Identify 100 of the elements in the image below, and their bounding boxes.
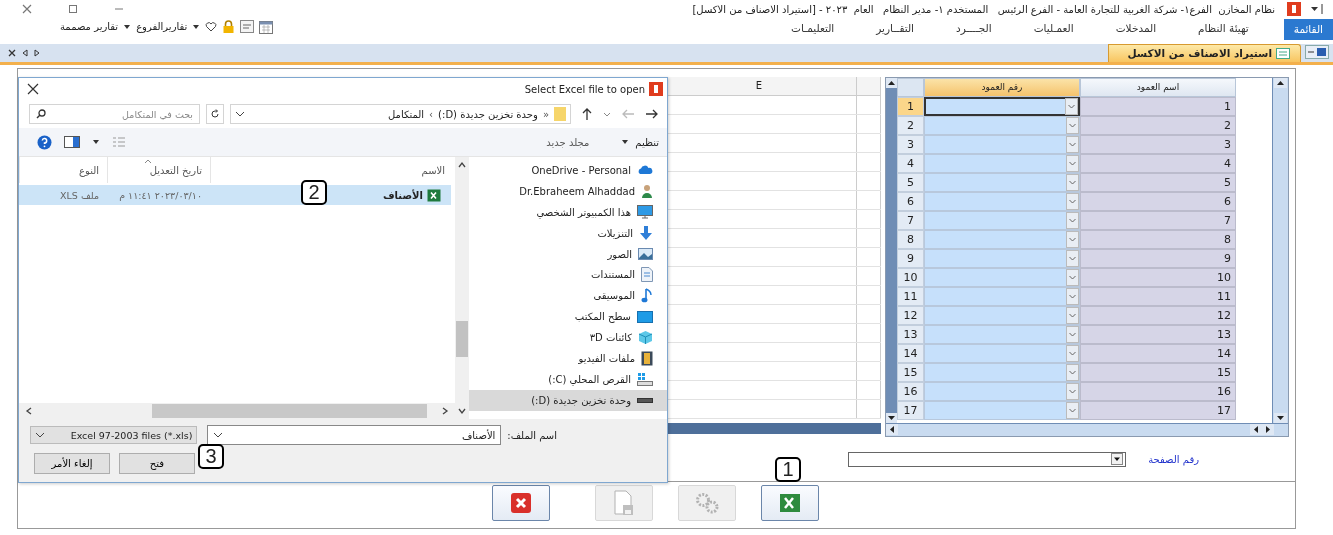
- row-header[interactable]: 3: [897, 135, 924, 154]
- row-header[interactable]: 11: [897, 287, 924, 306]
- nav-item[interactable]: كائنات ٣D: [469, 327, 667, 348]
- page-number-select[interactable]: [848, 451, 1127, 467]
- column-header[interactable]: رقم العمود: [924, 78, 1080, 97]
- nav-item[interactable]: الموسيقى: [469, 285, 667, 307]
- dropdown-cell[interactable]: [924, 97, 1080, 116]
- scroll-left-icon[interactable]: [22, 48, 28, 57]
- close-icon[interactable]: [27, 83, 39, 95]
- scrollbar[interactable]: [19, 403, 455, 419]
- column-header[interactable]: النوع: [19, 157, 107, 183]
- forward-arrow-icon[interactable]: [645, 108, 659, 120]
- scroll-up-icon[interactable]: [886, 78, 897, 88]
- open-button[interactable]: فتح: [119, 453, 195, 474]
- toolbar-menu[interactable]: تقاريرالفروع: [136, 21, 188, 32]
- scroll-down-icon[interactable]: [886, 413, 897, 423]
- scroll-right-icon[interactable]: [441, 406, 449, 416]
- menu-tab[interactable]: تهيئة النظام: [1191, 18, 1256, 40]
- row-header[interactable]: 1: [897, 97, 924, 116]
- path-segment[interactable]: المتكامل: [387, 108, 425, 120]
- refresh-button[interactable]: [206, 104, 224, 124]
- scroll-right-icon[interactable]: [1262, 424, 1274, 435]
- nav-item[interactable]: وحدة تخزين جديدة (D:): [469, 389, 667, 411]
- caret-icon[interactable]: [621, 139, 630, 145]
- scroll-left-icon[interactable]: [1250, 424, 1262, 435]
- row-header[interactable]: 2: [897, 116, 924, 135]
- row-header[interactable]: 6: [897, 192, 924, 211]
- path-segment[interactable]: وحدة تخزين جديدة (D:): [438, 108, 538, 120]
- row-header[interactable]: 13: [897, 325, 924, 344]
- scrollbar[interactable]: [455, 157, 469, 419]
- menu-tab[interactable]: القائمة: [1283, 18, 1333, 40]
- scroll-down-icon[interactable]: [1274, 413, 1287, 423]
- calendar-icon[interactable]: [259, 19, 274, 34]
- nav-item[interactable]: هذا الكمبيوتر الشخصي: [469, 201, 667, 223]
- row-header[interactable]: 9: [897, 249, 924, 268]
- nav-item[interactable]: القرص المحلي (C:): [469, 368, 667, 390]
- help-icon[interactable]: [37, 134, 52, 150]
- address-bar[interactable]: « وحدة تخزين جديدة (D:) › المتكامل: [229, 104, 571, 124]
- nav-item[interactable]: الصور: [469, 243, 667, 265]
- column-header[interactable]: تاريخ التعديل: [107, 157, 210, 183]
- new-folder-button[interactable]: مجلد جديد: [546, 136, 590, 148]
- row-header[interactable]: 15: [897, 363, 924, 382]
- scroll-left-icon[interactable]: [25, 406, 33, 416]
- menu-tab[interactable]: الجــــرد: [949, 18, 999, 40]
- path-separator[interactable]: «: [542, 108, 549, 120]
- nav-item[interactable]: المستندات: [469, 264, 667, 286]
- scroll-up-icon[interactable]: [1274, 78, 1287, 88]
- dropdown-icon[interactable]: [1309, 3, 1325, 16]
- maximize-icon[interactable]: [68, 4, 78, 15]
- excel-button[interactable]: [761, 485, 819, 521]
- toolbar-menu[interactable]: تقارير مصممة: [60, 21, 119, 32]
- heart-icon[interactable]: [205, 20, 218, 33]
- close-button[interactable]: [492, 485, 550, 521]
- nav-item[interactable]: OneDrive - Personal: [469, 160, 667, 181]
- form-icon[interactable]: [240, 20, 255, 33]
- scroll-right-icon[interactable]: [34, 48, 40, 57]
- menu-tab[interactable]: العمـليات: [1026, 18, 1081, 40]
- chevron-down-icon[interactable]: [213, 431, 224, 439]
- row-header[interactable]: 14: [897, 344, 924, 363]
- column-header[interactable]: اسم العمود: [1080, 78, 1236, 97]
- nav-item[interactable]: سطح المكتب: [469, 306, 667, 328]
- file-name-field[interactable]: الأصناف: [207, 425, 502, 445]
- row-header[interactable]: 10: [897, 268, 924, 287]
- nav-item[interactable]: Dr.Ebraheem Alhaddad: [469, 180, 667, 202]
- up-arrow-icon[interactable]: [581, 107, 593, 121]
- menu-tab[interactable]: المدخلات: [1108, 18, 1164, 40]
- nav-item[interactable]: التنزيلات: [469, 222, 667, 244]
- scrollbar[interactable]: [886, 78, 897, 423]
- scroll-thumb[interactable]: [152, 404, 427, 418]
- search-field[interactable]: بحث في المتكامل: [29, 104, 200, 124]
- row-header[interactable]: 5: [897, 173, 924, 192]
- row-header[interactable]: 17: [897, 401, 924, 420]
- organize-menu[interactable]: تنظيم: [635, 136, 659, 148]
- file-type-select[interactable]: Excel 97-2003 files (*.xls): [30, 426, 198, 444]
- row-header[interactable]: 16: [897, 382, 924, 401]
- back-arrow-icon[interactable]: [621, 108, 635, 120]
- caret-icon[interactable]: [123, 22, 132, 31]
- scroll-down-icon[interactable]: [457, 407, 467, 415]
- row-header[interactable]: 4: [897, 154, 924, 173]
- row-header[interactable]: 12: [897, 306, 924, 325]
- close-icon[interactable]: [8, 48, 16, 57]
- cancel-button[interactable]: إلغاء الأمر: [34, 453, 110, 474]
- path-separator[interactable]: ›: [429, 108, 434, 120]
- menu-tab[interactable]: التعليمـات: [784, 18, 842, 40]
- menu-tab[interactable]: التقــارير: [869, 18, 921, 40]
- caret-icon[interactable]: [92, 139, 100, 145]
- document-tab[interactable]: استيراد الاصناف من الاكسل: [1108, 44, 1301, 62]
- nav-item[interactable]: ملفات الفيديو: [469, 348, 667, 369]
- caret-icon[interactable]: [192, 22, 201, 31]
- caret-icon[interactable]: [1111, 453, 1124, 465]
- preview-pane-icon[interactable]: [64, 136, 80, 148]
- scroll-thumb[interactable]: [456, 321, 468, 357]
- view-options-icon[interactable]: [112, 136, 126, 148]
- scroll-left-icon[interactable]: [886, 424, 898, 435]
- scroll-up-icon[interactable]: [457, 161, 467, 169]
- row-header[interactable]: 8: [897, 230, 924, 249]
- row-header[interactable]: 7: [897, 211, 924, 230]
- scrollbar[interactable]: [1272, 78, 1288, 423]
- scrollbar[interactable]: [886, 423, 1288, 436]
- window-menu-icon[interactable]: [1305, 45, 1329, 59]
